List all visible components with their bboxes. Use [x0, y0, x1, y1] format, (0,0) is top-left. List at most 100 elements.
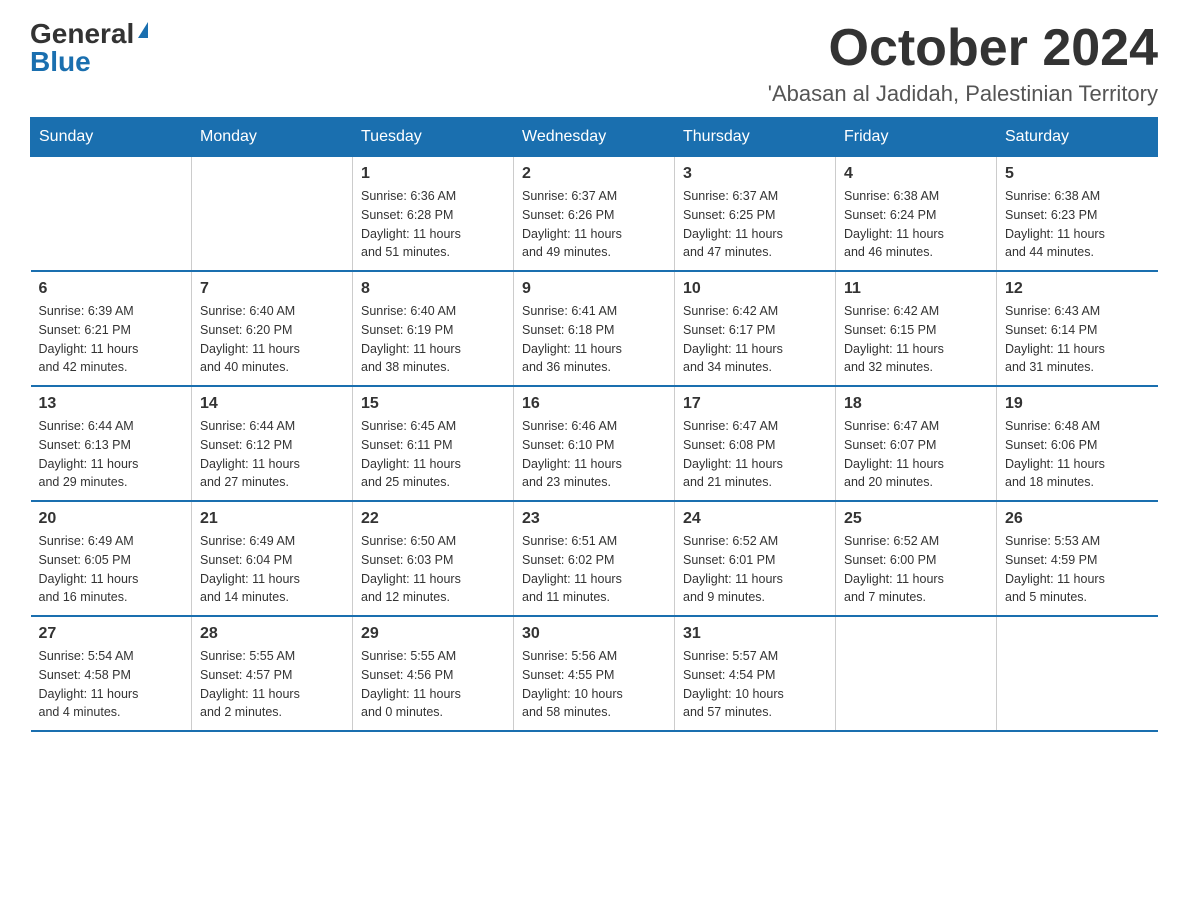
title-area: October 2024 'Abasan al Jadidah, Palesti… — [768, 20, 1158, 107]
day-info: Sunrise: 6:52 AM Sunset: 6:01 PM Dayligh… — [683, 532, 827, 607]
day-number: 24 — [683, 510, 827, 528]
calendar-cell: 12 Sunrise: 6:43 AM Sunset: 6:14 PM Dayli… — [997, 271, 1158, 386]
weekday-header-monday: Monday — [192, 118, 353, 157]
calendar-cell: 18 Sunrise: 6:47 AM Sunset: 6:07 PM Dayli… — [836, 386, 997, 501]
day-number: 13 — [39, 395, 184, 413]
day-info: Sunrise: 6:43 AM Sunset: 6:14 PM Dayligh… — [1005, 302, 1150, 377]
day-info: Sunrise: 6:47 AM Sunset: 6:08 PM Dayligh… — [683, 417, 827, 492]
calendar-cell: 2 Sunrise: 6:37 AM Sunset: 6:26 PM Daylig… — [514, 157, 675, 272]
calendar-cell: 10Sunrise: 6:42 AM Sunset: 6:17 PM Dayli… — [675, 271, 836, 386]
calendar-week-1: 1 Sunrise: 6:36 AM Sunset: 6:28 PM Daylig… — [31, 157, 1158, 272]
calendar-cell: 17 Sunrise: 6:47 AM Sunset: 6:08 PM Dayli… — [675, 386, 836, 501]
day-number: 22 — [361, 510, 505, 528]
calendar-week-5: 27 Sunrise: 5:54 AM Sunset: 4:58 PM Dayli… — [31, 616, 1158, 731]
calendar-cell: 20 Sunrise: 6:49 AM Sunset: 6:05 PM Dayli… — [31, 501, 192, 616]
header: General Blue October 2024 'Abasan al Jad… — [30, 20, 1158, 107]
calendar-cell: 11Sunrise: 6:42 AM Sunset: 6:15 PM Dayli… — [836, 271, 997, 386]
day-info: Sunrise: 6:49 AM Sunset: 6:05 PM Dayligh… — [39, 532, 184, 607]
day-info: Sunrise: 6:38 AM Sunset: 6:23 PM Dayligh… — [1005, 187, 1150, 262]
calendar-cell: 15 Sunrise: 6:45 AM Sunset: 6:11 PM Dayli… — [353, 386, 514, 501]
day-info: Sunrise: 6:50 AM Sunset: 6:03 PM Dayligh… — [361, 532, 505, 607]
day-info: Sunrise: 6:41 AM Sunset: 6:18 PM Dayligh… — [522, 302, 666, 377]
day-number: 12 — [1005, 280, 1150, 298]
day-number: 6 — [39, 280, 184, 298]
weekday-header-saturday: Saturday — [997, 118, 1158, 157]
calendar-cell: 4Sunrise: 6:38 AM Sunset: 6:24 PM Daylig… — [836, 157, 997, 272]
day-number: 11 — [844, 280, 988, 298]
logo-triangle-icon — [138, 22, 148, 38]
weekday-header-sunday: Sunday — [31, 118, 192, 157]
calendar-cell — [836, 616, 997, 731]
day-number: 9 — [522, 280, 666, 298]
calendar-cell: 24 Sunrise: 6:52 AM Sunset: 6:01 PM Dayli… — [675, 501, 836, 616]
day-info: Sunrise: 6:36 AM Sunset: 6:28 PM Dayligh… — [361, 187, 505, 262]
day-number: 19 — [1005, 395, 1150, 413]
calendar-cell: 23 Sunrise: 6:51 AM Sunset: 6:02 PM Dayli… — [514, 501, 675, 616]
day-number: 15 — [361, 395, 505, 413]
day-info: Sunrise: 6:46 AM Sunset: 6:10 PM Dayligh… — [522, 417, 666, 492]
weekday-header-friday: Friday — [836, 118, 997, 157]
month-title: October 2024 — [768, 20, 1158, 77]
weekday-header-thursday: Thursday — [675, 118, 836, 157]
day-number: 23 — [522, 510, 666, 528]
calendar-cell: 6 Sunrise: 6:39 AM Sunset: 6:21 PM Daylig… — [31, 271, 192, 386]
calendar-cell: 31 Sunrise: 5:57 AM Sunset: 4:54 PM Dayli… — [675, 616, 836, 731]
day-info: Sunrise: 6:40 AM Sunset: 6:19 PM Dayligh… — [361, 302, 505, 377]
day-number: 26 — [1005, 510, 1150, 528]
day-info: Sunrise: 6:44 AM Sunset: 6:13 PM Dayligh… — [39, 417, 184, 492]
day-info: Sunrise: 6:37 AM Sunset: 6:26 PM Dayligh… — [522, 187, 666, 262]
day-number: 31 — [683, 625, 827, 643]
day-number: 28 — [200, 625, 344, 643]
day-number: 20 — [39, 510, 184, 528]
weekday-header-wednesday: Wednesday — [514, 118, 675, 157]
day-info: Sunrise: 5:53 AM Sunset: 4:59 PM Dayligh… — [1005, 532, 1150, 607]
logo-blue-text: Blue — [30, 48, 91, 76]
calendar-week-4: 20 Sunrise: 6:49 AM Sunset: 6:05 PM Dayli… — [31, 501, 1158, 616]
weekday-header-row: SundayMondayTuesdayWednesdayThursdayFrid… — [31, 118, 1158, 157]
logo: General Blue — [30, 20, 148, 76]
day-info: Sunrise: 6:40 AM Sunset: 6:20 PM Dayligh… — [200, 302, 344, 377]
calendar-cell: 5Sunrise: 6:38 AM Sunset: 6:23 PM Daylig… — [997, 157, 1158, 272]
weekday-header-tuesday: Tuesday — [353, 118, 514, 157]
calendar-cell — [31, 157, 192, 272]
day-info: Sunrise: 6:39 AM Sunset: 6:21 PM Dayligh… — [39, 302, 184, 377]
day-info: Sunrise: 6:37 AM Sunset: 6:25 PM Dayligh… — [683, 187, 827, 262]
day-info: Sunrise: 5:57 AM Sunset: 4:54 PM Dayligh… — [683, 647, 827, 722]
calendar-cell: 30Sunrise: 5:56 AM Sunset: 4:55 PM Dayli… — [514, 616, 675, 731]
day-info: Sunrise: 5:55 AM Sunset: 4:57 PM Dayligh… — [200, 647, 344, 722]
calendar-cell: 26 Sunrise: 5:53 AM Sunset: 4:59 PM Dayli… — [997, 501, 1158, 616]
location-title: 'Abasan al Jadidah, Palestinian Territor… — [768, 81, 1158, 107]
day-number: 18 — [844, 395, 988, 413]
calendar-cell — [192, 157, 353, 272]
day-number: 21 — [200, 510, 344, 528]
day-info: Sunrise: 5:54 AM Sunset: 4:58 PM Dayligh… — [39, 647, 184, 722]
calendar-cell: 21Sunrise: 6:49 AM Sunset: 6:04 PM Dayli… — [192, 501, 353, 616]
day-info: Sunrise: 6:45 AM Sunset: 6:11 PM Dayligh… — [361, 417, 505, 492]
day-number: 17 — [683, 395, 827, 413]
day-info: Sunrise: 6:51 AM Sunset: 6:02 PM Dayligh… — [522, 532, 666, 607]
calendar-week-3: 13 Sunrise: 6:44 AM Sunset: 6:13 PM Dayli… — [31, 386, 1158, 501]
day-number: 16 — [522, 395, 666, 413]
calendar-week-2: 6 Sunrise: 6:39 AM Sunset: 6:21 PM Daylig… — [31, 271, 1158, 386]
day-info: Sunrise: 6:52 AM Sunset: 6:00 PM Dayligh… — [844, 532, 988, 607]
day-number: 30 — [522, 625, 666, 643]
calendar-cell: 7 Sunrise: 6:40 AM Sunset: 6:20 PM Daylig… — [192, 271, 353, 386]
day-number: 2 — [522, 165, 666, 183]
calendar-cell: 19 Sunrise: 6:48 AM Sunset: 6:06 PM Dayli… — [997, 386, 1158, 501]
day-number: 25 — [844, 510, 988, 528]
day-number: 7 — [200, 280, 344, 298]
day-number: 4 — [844, 165, 988, 183]
calendar-cell — [997, 616, 1158, 731]
calendar-table: SundayMondayTuesdayWednesdayThursdayFrid… — [30, 117, 1158, 732]
day-info: Sunrise: 6:47 AM Sunset: 6:07 PM Dayligh… — [844, 417, 988, 492]
calendar-cell: 14Sunrise: 6:44 AM Sunset: 6:12 PM Dayli… — [192, 386, 353, 501]
calendar-cell: 3Sunrise: 6:37 AM Sunset: 6:25 PM Daylig… — [675, 157, 836, 272]
day-info: Sunrise: 6:48 AM Sunset: 6:06 PM Dayligh… — [1005, 417, 1150, 492]
day-number: 8 — [361, 280, 505, 298]
calendar-cell: 13 Sunrise: 6:44 AM Sunset: 6:13 PM Dayli… — [31, 386, 192, 501]
calendar-cell: 29Sunrise: 5:55 AM Sunset: 4:56 PM Dayli… — [353, 616, 514, 731]
calendar-cell: 27 Sunrise: 5:54 AM Sunset: 4:58 PM Dayli… — [31, 616, 192, 731]
day-number: 10 — [683, 280, 827, 298]
day-number: 1 — [361, 165, 505, 183]
day-number: 27 — [39, 625, 184, 643]
